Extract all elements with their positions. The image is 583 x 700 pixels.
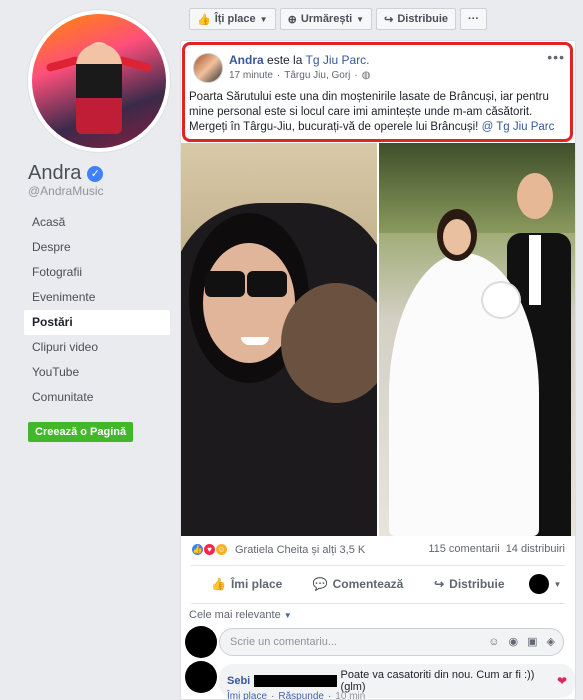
wow-reaction-icon: ☺: [215, 543, 228, 556]
post-stats: 115 comentarii 14 distribuiri: [428, 543, 565, 555]
is-at-text: este la: [267, 53, 303, 67]
location-link[interactable]: Tg Jiu Parc.: [306, 53, 370, 67]
page-sidebar: Andra ✓ @AndraMusic Acasă Despre Fotogra…: [0, 0, 180, 700]
caret-down-icon: ▼: [356, 14, 365, 24]
post-card: Andra este la Tg Jiu Parc. 17 minute · T…: [180, 40, 576, 700]
share-icon: ↪: [384, 13, 394, 26]
caret-down-icon: ▼: [283, 611, 292, 620]
sidebar-nav: Acasă Despre Fotografii Evenimente Postă…: [24, 210, 170, 410]
post-meta: 17 minute · Târgu Jiu, Gorj · ◍: [229, 70, 370, 81]
divider: [191, 565, 565, 566]
emoji-icon[interactable]: ☺: [488, 629, 499, 655]
sidebar-item-fotografii[interactable]: Fotografii: [24, 260, 170, 285]
create-page-button[interactable]: Creează o Pagină: [28, 422, 134, 442]
page-handle[interactable]: @AndraMusic: [28, 184, 104, 198]
camera-icon[interactable]: ◉: [509, 629, 519, 655]
post-place[interactable]: Târgu Jiu, Gorj: [284, 70, 350, 81]
share-label: Distribuie: [449, 577, 505, 591]
follow-label: Urmărești: [300, 13, 353, 25]
meta-separator: ·: [354, 70, 358, 81]
reactions-summary[interactable]: 👍 ♥ ☺ Gratiela Cheita și alți 3,5 K: [191, 543, 365, 556]
comment-text: Poate va casatoriti din nou. Cum ar fi :…: [340, 669, 535, 693]
post-photo-right[interactable]: [379, 143, 575, 536]
gif-icon[interactable]: ▣: [527, 629, 537, 655]
like-label: Îmi place: [230, 577, 283, 591]
page-action-bar: 👍 Îți place ▼ ⊕ Urmărești ▼ ↪ Distribuie…: [189, 8, 488, 30]
comment-like-link[interactable]: Îmi place: [227, 691, 267, 700]
sub-separator: ·: [271, 691, 275, 700]
sort-label: Cele mai relevante: [189, 609, 281, 621]
reactions-text[interactable]: Gratiela Cheita și alți 3,5 K: [235, 544, 365, 556]
post-photo-left[interactable]: [181, 143, 377, 536]
sidebar-item-evenimente[interactable]: Evenimente: [24, 285, 170, 310]
comment-input[interactable]: Scrie un comentariu... ☺ ◉ ▣ ◈: [219, 628, 564, 656]
like-button[interactable]: 👍 Îmi place: [191, 577, 302, 591]
page-title[interactable]: Andra ✓: [28, 162, 104, 185]
divider: [191, 603, 565, 604]
thumbs-up-icon: 👍: [197, 13, 211, 26]
verified-badge-icon: ✓: [87, 165, 104, 182]
caret-down-icon: ▼: [259, 14, 268, 24]
page-name-text[interactable]: Andra: [28, 162, 81, 185]
follow-button[interactable]: ⊕ Urmărești ▼: [279, 8, 373, 30]
like-page-label: Îți place: [214, 13, 256, 25]
post-text: Poarta Sărutului este una din moșteniril…: [189, 90, 569, 135]
like-page-button[interactable]: 👍 Îți place ▼: [189, 8, 276, 30]
sidebar-item-despre[interactable]: Despre: [24, 235, 170, 260]
comment-icon: 💬: [312, 577, 328, 591]
sidebar-item-clipuri-video[interactable]: Clipuri video: [24, 335, 170, 360]
sidebar-item-postari[interactable]: Postări: [24, 310, 170, 335]
post-as-selector[interactable]: ▼: [525, 574, 565, 594]
post-header: Andra este la Tg Jiu Parc.: [229, 53, 370, 67]
redacted-name: [254, 675, 337, 687]
heart-icon: ❤: [556, 674, 567, 688]
commenter-name[interactable]: Sebi: [227, 675, 250, 687]
comment-placeholder: Scrie un comentariu...: [230, 636, 337, 648]
shares-count[interactable]: 14 distribuiri: [506, 543, 565, 555]
globe-icon: ◍: [361, 70, 371, 81]
sticker-icon[interactable]: ◈: [547, 629, 555, 655]
post-actions: 👍 Îmi place 💬 Comentează ↪ Distribuie ▼: [191, 569, 565, 599]
comment-input-icons: ☺ ◉ ▣ ◈: [488, 629, 555, 655]
more-options-button[interactable]: ···: [460, 8, 488, 30]
share-button[interactable]: ↪ Distribuie: [414, 577, 525, 591]
comment-reply-link[interactable]: Răspunde: [278, 691, 324, 700]
author-name[interactable]: Andra: [229, 53, 264, 67]
commenter-avatar[interactable]: [185, 661, 217, 693]
avatar: [528, 574, 549, 594]
profile-picture[interactable]: [28, 10, 170, 152]
share-page-label: Distribuie: [397, 13, 449, 25]
comments-count[interactable]: 115 comentarii: [428, 543, 499, 555]
post-time[interactable]: 17 minute: [229, 70, 273, 81]
follow-icon: ⊕: [287, 13, 297, 26]
current-user-avatar[interactable]: [185, 626, 217, 658]
comment-button[interactable]: 💬 Comentează: [302, 577, 413, 591]
sidebar-item-acasa[interactable]: Acasă: [24, 210, 170, 235]
post-options-icon[interactable]: •••: [547, 49, 565, 65]
caret-down-icon: ▼: [553, 579, 562, 589]
comment-time[interactable]: 10 min: [335, 691, 365, 700]
comment-sort-dropdown[interactable]: Cele mai relevante ▼: [189, 609, 292, 621]
sidebar-item-youtube[interactable]: YouTube: [24, 360, 170, 385]
comment-actions: Îmi place · Răspunde · 10 min: [227, 691, 365, 700]
meta-separator: ·: [276, 70, 281, 81]
share-page-button[interactable]: ↪ Distribuie: [376, 8, 457, 30]
location-tag-link[interactable]: @ Tg Jiu Parc: [482, 121, 555, 133]
author-avatar[interactable]: [193, 53, 223, 83]
thumbs-up-icon: 👍: [211, 577, 226, 591]
sub-separator: ·: [327, 691, 332, 700]
share-icon: ↪: [434, 577, 445, 591]
comment-label: Comentează: [332, 577, 404, 591]
sidebar-item-comunitate[interactable]: Comunitate: [24, 385, 170, 410]
